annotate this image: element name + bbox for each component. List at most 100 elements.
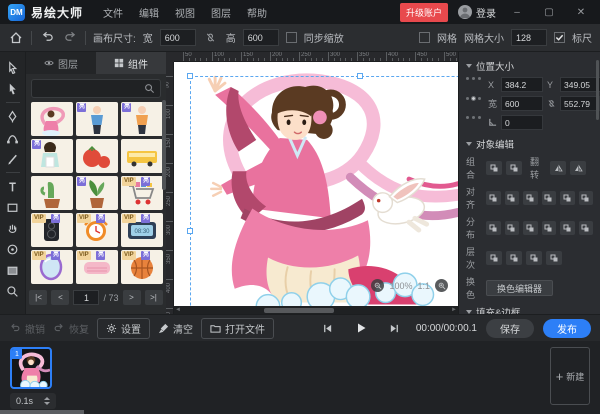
anchor-grid[interactable] (466, 77, 482, 134)
clear-button[interactable]: 清空 (158, 321, 193, 336)
edit-button[interactable] (486, 251, 502, 265)
edit-button[interactable] (542, 191, 557, 205)
link-broken-icon[interactable] (203, 30, 219, 46)
duration-stepper[interactable] (44, 397, 50, 405)
menu-帮助[interactable]: 帮助 (239, 5, 275, 20)
search-input[interactable] (37, 84, 144, 94)
undo-button[interactable]: 撤销 (9, 321, 45, 336)
prev-frame-icon[interactable] (322, 323, 333, 334)
component-tile-plant[interactable]: 亮 (76, 176, 118, 210)
frame-thumbnail[interactable]: 1 (10, 347, 52, 389)
redo-button[interactable]: 恢复 (53, 321, 89, 336)
component-tile-cart[interactable]: VIP亮 (121, 176, 163, 210)
canvas-hscrollbar[interactable]: ◄ ► (174, 306, 458, 314)
tool-select-filled[interactable] (3, 79, 23, 98)
edit-button[interactable] (579, 191, 594, 205)
selection-handle[interactable] (187, 228, 193, 234)
canvas-area[interactable]: 50100150200250300350400450500 5010015020… (166, 52, 458, 314)
height-input[interactable] (560, 96, 600, 111)
component-tile-radio[interactable]: 08:30VIP亮 (121, 213, 163, 247)
component-search[interactable] (31, 79, 161, 98)
open-file-button[interactable]: 打开文件 (201, 318, 274, 339)
page-next-button[interactable]: > (123, 290, 141, 305)
save-button[interactable]: 保存 (486, 319, 534, 338)
settings-button[interactable]: 设置 (97, 318, 150, 339)
menu-编辑[interactable]: 编辑 (131, 5, 167, 20)
component-tile-speaker[interactable]: VIP亮 (31, 213, 73, 247)
edit-button[interactable] (505, 221, 520, 235)
component-tile-clock[interactable]: VIP亮 (76, 213, 118, 247)
page-last-button[interactable]: >| (145, 290, 163, 305)
tool-gradient[interactable] (3, 261, 23, 280)
flip-button[interactable] (570, 161, 586, 175)
component-tile-mirror[interactable]: VIP亮 (31, 250, 73, 284)
zoom-in-icon[interactable] (435, 279, 448, 292)
sync-zoom-checkbox[interactable] (286, 32, 297, 43)
page-number-input[interactable] (73, 290, 99, 305)
zoom-out-icon[interactable] (371, 279, 384, 292)
tool-select-outline[interactable] (3, 58, 23, 77)
edit-button[interactable] (546, 251, 562, 265)
page-prev-button[interactable]: < (51, 290, 69, 305)
upgrade-account-button[interactable]: 升级账户 (400, 3, 448, 22)
component-tile-cactus[interactable] (31, 176, 73, 210)
menu-图层[interactable]: 图层 (203, 5, 239, 20)
redo-icon[interactable] (62, 30, 78, 46)
edit-button[interactable] (523, 191, 538, 205)
minimize-button[interactable]: – (506, 7, 528, 18)
edit-button[interactable] (506, 161, 522, 175)
tab-图层[interactable]: 图层 (26, 52, 96, 74)
home-icon[interactable] (8, 30, 24, 46)
canvas-width-input[interactable] (160, 29, 196, 46)
next-frame-icon[interactable] (389, 323, 400, 334)
page-first-button[interactable]: |< (29, 290, 47, 305)
new-frame-button[interactable]: + 新建 (550, 347, 590, 405)
undo-icon[interactable] (39, 30, 55, 46)
selection-handle[interactable] (187, 73, 193, 79)
edit-button[interactable] (579, 221, 594, 235)
edit-button[interactable] (486, 191, 501, 205)
tool-zoom[interactable] (3, 282, 23, 301)
y-input[interactable] (560, 77, 600, 92)
frame-duration[interactable]: 0.1s (10, 393, 56, 409)
grid-checkbox[interactable] (419, 32, 430, 43)
artboard[interactable]: 100% 1:1 (174, 62, 458, 306)
scroll-left-icon[interactable]: ◄ (174, 306, 182, 314)
tool-rect[interactable] (3, 198, 23, 217)
edit-button[interactable] (505, 191, 520, 205)
canvas-height-input[interactable] (243, 29, 279, 46)
component-tile-woman-kneel[interactable]: 亮 (31, 139, 73, 173)
edit-button[interactable] (486, 221, 501, 235)
component-tile-dancer[interactable] (31, 102, 73, 136)
menu-文件[interactable]: 文件 (95, 5, 131, 20)
edit-button[interactable] (506, 251, 522, 265)
component-tile-man-blue[interactable]: 亮 (76, 102, 118, 136)
section-position[interactable]: 位置大小 (466, 59, 593, 73)
zoom-ratio[interactable]: 1:1 (417, 281, 430, 291)
link-broken-icon[interactable] (547, 99, 556, 108)
login-button[interactable]: 登录 (458, 5, 496, 20)
component-tile-bus[interactable] (121, 139, 163, 173)
tool-bezier[interactable] (3, 128, 23, 147)
play-icon[interactable] (355, 322, 367, 334)
tool-brush[interactable] (3, 149, 23, 168)
selection-handle[interactable] (357, 73, 363, 79)
close-button[interactable]: ✕ (570, 7, 592, 18)
edit-button[interactable] (523, 221, 538, 235)
edit-button[interactable] (560, 221, 575, 235)
scroll-right-icon[interactable]: ► (450, 306, 458, 314)
edit-button[interactable] (486, 161, 502, 175)
flip-button[interactable] (550, 161, 566, 175)
component-tile-tomato[interactable] (76, 139, 118, 173)
width-input[interactable] (501, 96, 543, 111)
selection-box[interactable] (190, 76, 458, 306)
scroll-thumb[interactable] (264, 308, 334, 313)
section-object-edit[interactable]: 对象编辑 (466, 137, 593, 151)
component-tile-basketball[interactable]: VIP亮 (121, 250, 163, 284)
recolor-editor-button[interactable]: 换色编辑器 (486, 280, 553, 296)
tool-text[interactable] (3, 177, 23, 196)
grid-size-input[interactable] (511, 29, 547, 46)
tool-pen[interactable] (3, 107, 23, 126)
publish-button[interactable]: 发布 (543, 319, 591, 338)
edit-button[interactable] (542, 221, 557, 235)
